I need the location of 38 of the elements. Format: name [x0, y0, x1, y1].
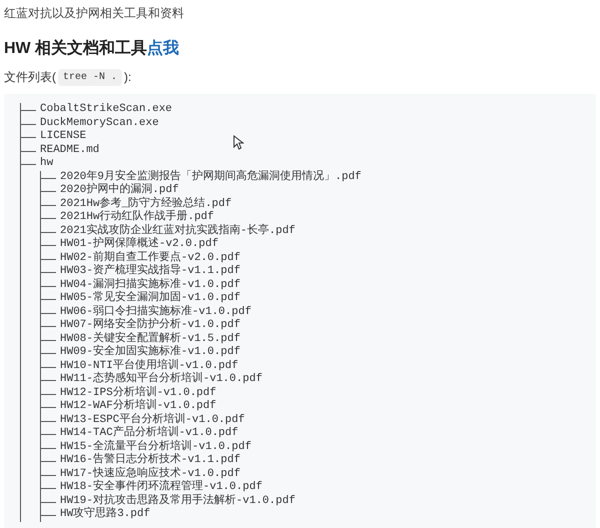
file-name: CobaltStrikeScan.exe [40, 103, 172, 116]
inline-code: tree -N . [58, 68, 122, 86]
heading-link[interactable]: 点我 [147, 38, 180, 60]
file-name: HW18-安全事件闭环流程管理-v1.0.pdf [60, 481, 262, 494]
file-list-label: 文件列表( [4, 69, 56, 86]
file-name: HW04-漏洞扫描实施标准-v1.0.pdf [60, 278, 240, 290]
file-name: HW01-护网保障概述-v2.0.pdf [60, 238, 218, 250]
file-name: HW08-关键安全配置解析-v1.5.pdf [60, 332, 240, 344]
file-name: HW16-告警日志分析技术-v1.1.pdf [60, 454, 240, 466]
file-name: HW02-前期自查工作要点-v2.0.pdf [60, 252, 240, 264]
file-name: HW10-NTI平台使用培训-v1.0.pdf [60, 360, 238, 372]
file-name: HW05-常见安全漏洞加固-v1.0.pdf [60, 292, 240, 304]
file-name: README.md [40, 144, 100, 157]
file-name: HW06-弱口令扫描实施标准-v1.0.pdf [60, 306, 252, 318]
file-name: HW11-态势感知平台分析培训-v1.0.pdf [60, 373, 262, 386]
section-heading: HW 相关文档和工具 [4, 38, 148, 59]
file-name: 2021实战攻防企业红蓝对抗实践指南-长亭.pdf [60, 224, 296, 236]
file-name: HW03-资产梳理实战指导-v1.1.pdf [60, 265, 240, 278]
file-name: LICENSE [40, 130, 86, 144]
file-name: HW13-ESPC平台分析培训-v1.0.pdf [60, 414, 245, 426]
file-name: HW19-对抗攻击思路及常用手法解析-v1.0.pdf [60, 494, 296, 507]
file-name: HW17-快速应急响应技术-v1.0.pdf [60, 468, 240, 480]
file-name: 2021Hw行动红队作战手册.pdf [60, 211, 214, 224]
file-name: hw [40, 157, 54, 170]
file-name: 2020年9月安全监测报告「护网期间高危漏洞使用情况」.pdf [60, 170, 362, 182]
file-name: HW07-网络安全防护分析-v1.0.pdf [60, 319, 240, 332]
file-name: DuckMemoryScan.exe [40, 116, 159, 130]
file-list-label: ): [124, 69, 132, 86]
file-name: HW09-安全加固实施标准-v1.0.pdf [60, 346, 240, 358]
file-name: 2020护网中的漏洞.pdf [60, 184, 179, 196]
file-name: HW14-TAC产品分析培训-v1.0.pdf [60, 427, 238, 440]
file-name: HW12-WAF分析培训-v1.0.pdf [60, 400, 216, 412]
file-name: 2021Hw参考_防守方经验总结.pdf [60, 198, 232, 210]
cursor-icon [233, 135, 244, 150]
file-name: HW15-全流量平台分析培训-v1.0.pdf [60, 440, 252, 452]
file-name: HW攻守思路3.pdf [60, 508, 150, 522]
file-name: HW12-IPS分析培训-v1.0.pdf [60, 386, 216, 398]
intro-text: 红蓝对抗以及护网相关工具和资料 [4, 5, 185, 22]
